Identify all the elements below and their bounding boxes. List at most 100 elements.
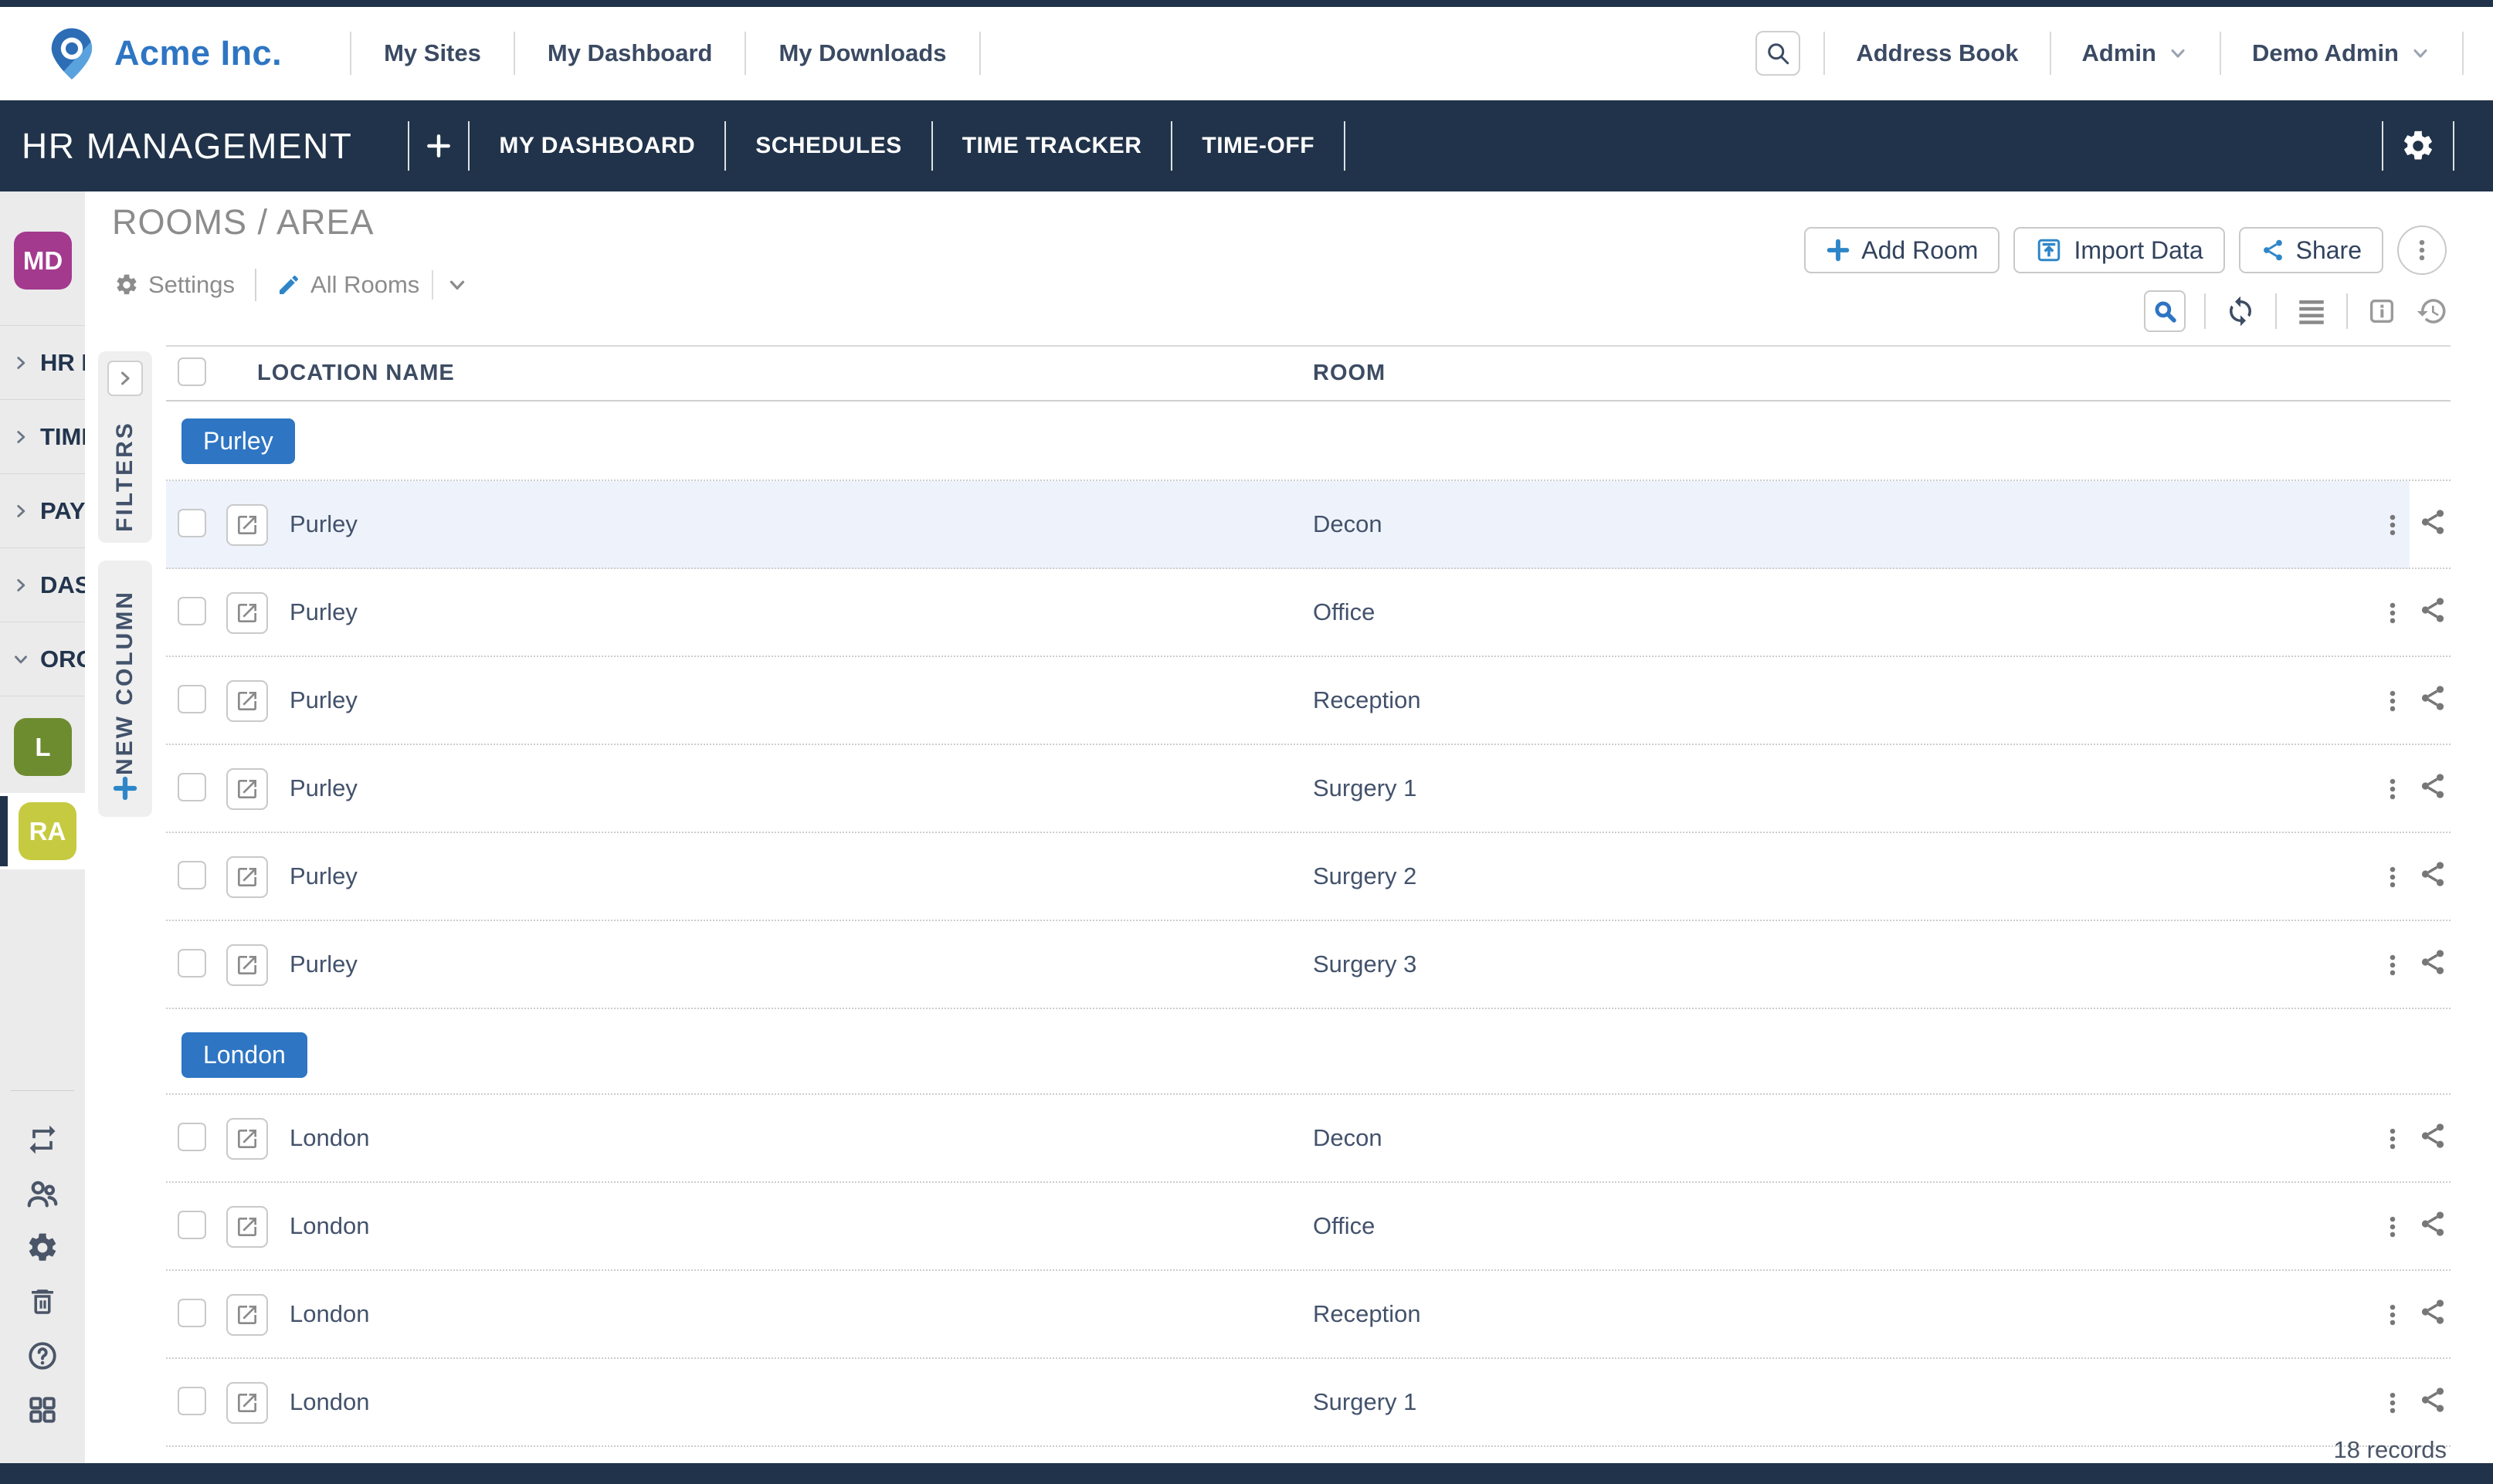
table-row[interactable]: Purley Surgery 2 xyxy=(166,833,2451,921)
help-button[interactable] xyxy=(14,1329,71,1383)
settings-button[interactable] xyxy=(14,1221,71,1275)
row-checkbox[interactable] xyxy=(178,597,206,625)
top-menu-my-dashboard[interactable]: My Dashboard xyxy=(515,39,745,67)
global-search-button[interactable] xyxy=(1755,31,1800,76)
group-badge-purley[interactable]: Purley xyxy=(181,418,295,464)
info-button[interactable] xyxy=(2366,296,2397,327)
tab-time-tracker[interactable]: TIME TRACKER xyxy=(933,100,1172,191)
table-row[interactable]: London Reception xyxy=(166,1271,2451,1359)
org-avatar-ra[interactable]: RA xyxy=(19,802,76,860)
import-data-button[interactable]: Import Data xyxy=(2013,227,2224,273)
row-checkbox[interactable] xyxy=(178,1299,206,1327)
view-selector[interactable]: All Rooms xyxy=(276,271,419,299)
open-record-button[interactable] xyxy=(226,680,268,722)
new-column-tab-label[interactable]: NEW COLUMN xyxy=(112,561,138,817)
row-density-button[interactable] xyxy=(2295,295,2328,327)
row-menu-button[interactable] xyxy=(2373,770,2412,808)
row-menu-button[interactable] xyxy=(2373,682,2412,720)
share-button[interactable]: Share xyxy=(2239,227,2383,273)
table-row[interactable]: Purley Surgery 1 xyxy=(166,745,2451,833)
sidebar-item-payroll[interactable]: PAYR xyxy=(0,474,85,548)
apps-button[interactable] xyxy=(14,1383,71,1437)
column-header-room[interactable]: ROOM xyxy=(1313,361,1386,386)
row-share-button[interactable] xyxy=(2418,859,2447,889)
settings-link[interactable]: Settings xyxy=(114,271,235,299)
open-record-button[interactable] xyxy=(226,504,268,546)
row-menu-button[interactable] xyxy=(2373,1120,2412,1158)
row-menu-button[interactable] xyxy=(2373,946,2412,984)
filters-panel-tab[interactable]: FILTERS xyxy=(98,351,152,543)
row-share-button[interactable] xyxy=(2418,1297,2447,1326)
row-menu-button[interactable] xyxy=(2373,594,2412,632)
row-checkbox[interactable] xyxy=(178,1211,206,1239)
row-menu-button[interactable] xyxy=(2373,1208,2412,1246)
open-record-button[interactable] xyxy=(226,1206,268,1248)
row-share-button[interactable] xyxy=(2418,947,2447,977)
expand-filters-button[interactable] xyxy=(107,361,143,396)
row-menu-button[interactable] xyxy=(2373,1384,2412,1422)
switch-module-button[interactable] xyxy=(14,1113,71,1167)
column-header-location[interactable]: LOCATION NAME xyxy=(257,361,455,386)
row-share-button[interactable] xyxy=(2418,1385,2447,1415)
view-dropdown-button[interactable] xyxy=(446,273,469,296)
history-button[interactable] xyxy=(2416,295,2448,327)
row-checkbox[interactable] xyxy=(178,685,206,713)
row-menu-button[interactable] xyxy=(2373,1296,2412,1334)
table-row[interactable]: London Decon xyxy=(166,1095,2451,1183)
refresh-button[interactable] xyxy=(2224,295,2257,327)
add-room-button[interactable]: Add Room xyxy=(1804,227,1999,273)
group-badge-london[interactable]: London xyxy=(181,1032,307,1078)
row-share-button[interactable] xyxy=(2418,1121,2447,1150)
select-all-checkbox[interactable] xyxy=(178,357,206,386)
sidebar-item-time[interactable]: TIME xyxy=(0,400,85,474)
table-row[interactable]: Purley Decon xyxy=(166,481,2451,569)
row-share-button[interactable] xyxy=(2418,595,2447,625)
row-share-button[interactable] xyxy=(2418,683,2447,713)
search-table-button[interactable] xyxy=(2144,290,2186,332)
admin-menu[interactable]: Admin xyxy=(2051,39,2220,67)
row-share-button[interactable] xyxy=(2418,507,2447,537)
brand[interactable]: Acme Inc. xyxy=(43,22,282,84)
filters-tab-label[interactable]: FILTERS xyxy=(112,396,138,543)
open-record-button[interactable] xyxy=(226,768,268,810)
row-menu-button[interactable] xyxy=(2373,506,2412,544)
table-row[interactable]: Purley Surgery 3 xyxy=(166,921,2451,1009)
open-record-button[interactable] xyxy=(226,1294,268,1336)
open-record-button[interactable] xyxy=(226,944,268,986)
row-share-button[interactable] xyxy=(2418,1209,2447,1238)
top-menu-my-downloads[interactable]: My Downloads xyxy=(746,39,979,67)
row-checkbox[interactable] xyxy=(178,509,206,537)
org-avatar-l[interactable]: L xyxy=(14,718,72,776)
app-settings-button[interactable] xyxy=(2383,128,2453,164)
sidebar-item-hr-essentials[interactable]: HR ES xyxy=(0,326,85,400)
row-checkbox[interactable] xyxy=(178,949,206,977)
sidebar-item-dashboards[interactable]: DASH xyxy=(0,548,85,622)
row-checkbox[interactable] xyxy=(178,1387,206,1415)
open-record-button[interactable] xyxy=(226,856,268,898)
tab-my-dashboard[interactable]: MY DASHBOARD xyxy=(470,100,724,191)
row-checkbox[interactable] xyxy=(178,773,206,801)
open-record-button[interactable] xyxy=(226,1118,268,1160)
table-row[interactable]: London Surgery 1 xyxy=(166,1359,2451,1447)
users-button[interactable] xyxy=(14,1167,71,1221)
table-row[interactable]: Purley Reception xyxy=(166,657,2451,745)
row-menu-button[interactable] xyxy=(2373,858,2412,896)
recycle-bin-button[interactable] xyxy=(14,1275,71,1329)
tab-schedules[interactable]: SCHEDULES xyxy=(726,100,931,191)
tab-time-off[interactable]: TIME-OFF xyxy=(1172,100,1344,191)
user-menu[interactable]: Demo Admin xyxy=(2221,39,2462,67)
table-row[interactable]: Purley Office xyxy=(166,569,2451,657)
sidebar-item-organisation[interactable]: ORGA xyxy=(0,622,85,696)
more-options-button[interactable] xyxy=(2397,225,2447,275)
new-column-tab[interactable]: NEW COLUMN xyxy=(98,561,152,817)
address-book-link[interactable]: Address Book xyxy=(1825,39,2049,67)
profile-avatar[interactable]: MD xyxy=(14,232,72,290)
top-menu-my-sites[interactable]: My Sites xyxy=(351,39,514,67)
row-checkbox[interactable] xyxy=(178,861,206,889)
open-record-button[interactable] xyxy=(226,1382,268,1424)
row-checkbox[interactable] xyxy=(178,1123,206,1151)
row-share-button[interactable] xyxy=(2418,771,2447,801)
open-record-button[interactable] xyxy=(226,592,268,634)
add-module-button[interactable] xyxy=(409,131,468,161)
table-row[interactable]: London Office xyxy=(166,1183,2451,1271)
